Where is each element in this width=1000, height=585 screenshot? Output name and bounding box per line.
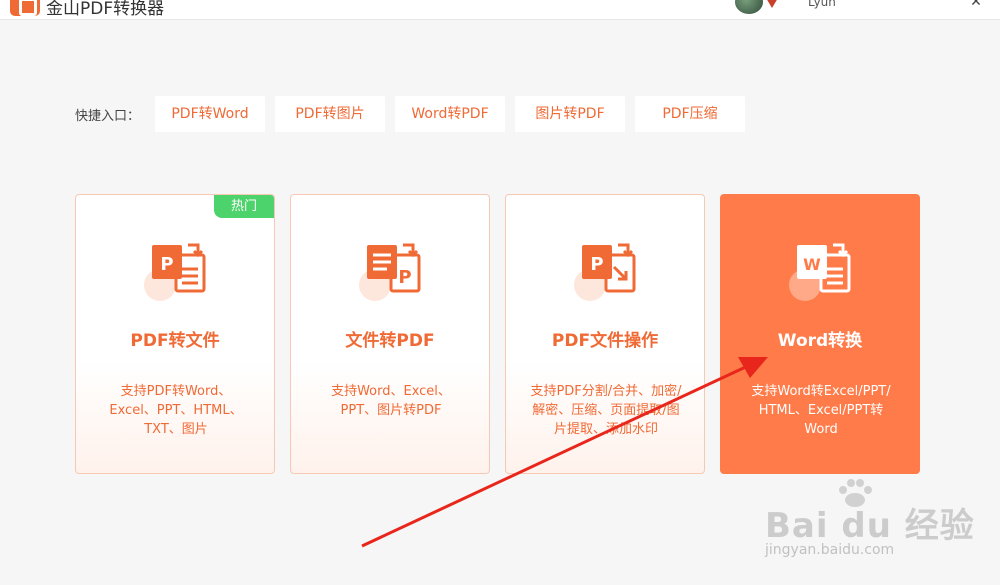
file-to-pdf-icon: P: [359, 243, 421, 301]
quick-pdf-to-word-button[interactable]: PDF转Word: [155, 96, 265, 132]
close-button[interactable]: ✕: [966, 0, 986, 10]
svg-text:P: P: [398, 267, 411, 288]
title-bar: 金山PDF转换器 Lyun ✕: [0, 0, 1000, 20]
card-description: 支持Word转Excel/PPT/ HTML、Excel/PPT转 Word: [751, 384, 891, 437]
card-description: 支持PDF转Word、 Excel、PPT、HTML、 TXT、图片: [109, 384, 243, 437]
hot-badge: 热门: [214, 195, 274, 218]
card-title: PDF转文件: [130, 331, 220, 351]
card-title: 文件转PDF: [345, 331, 435, 351]
app-title: 金山PDF转换器: [46, 0, 165, 19]
card-pdf-operations[interactable]: P PDF文件操作 支持PDF分割/合并、加密/ 解密、压缩、页面提取/图 片提…: [505, 194, 705, 474]
card-title: Word转换: [777, 331, 863, 351]
baidu-logo: Bai du 经验: [765, 506, 975, 546]
vip-icon[interactable]: [766, 0, 778, 8]
card-word-convert[interactable]: W Word转换 支持Word转Excel/PPT/ HTML、Excel/PP…: [720, 194, 920, 474]
close-icon: ✕: [970, 0, 982, 10]
pdf-to-file-icon: P: [144, 243, 206, 301]
card-description: 支持Word、Excel、 PPT、图片转PDF: [331, 384, 451, 418]
card-description: 支持PDF分割/合并、加密/ 解密、压缩、页面提取/图 片提取、添加水印: [530, 384, 682, 437]
svg-text:W: W: [803, 255, 821, 274]
quick-pdf-to-image-button[interactable]: PDF转图片: [275, 96, 385, 132]
baidu-watermark: Bai du 经验 jingyan.baidu.com: [765, 478, 974, 568]
quick-word-to-pdf-button[interactable]: Word转PDF: [395, 96, 505, 132]
svg-text:P: P: [590, 254, 603, 275]
svg-text:P: P: [160, 254, 173, 275]
quick-image-to-pdf-button[interactable]: 图片转PDF: [515, 96, 625, 132]
watermark-url: jingyan.baidu.com: [765, 542, 895, 558]
card-pdf-to-file[interactable]: 热门 P PDF转文件 支持PDF转Word、 Excel、PPT、HTML、 …: [75, 194, 275, 474]
word-convert-icon: W: [789, 243, 851, 301]
pdf-operations-icon: P: [574, 243, 636, 301]
minimize-button[interactable]: [878, 0, 898, 10]
maximize-button[interactable]: [937, 0, 957, 10]
username[interactable]: Lyun: [808, 0, 836, 9]
quick-pdf-compress-button[interactable]: PDF压缩: [635, 96, 745, 132]
avatar[interactable]: [735, 0, 763, 14]
card-file-to-pdf[interactable]: P 文件转PDF 支持Word、Excel、 PPT、图片转PDF: [290, 194, 490, 474]
quick-entry-label: 快捷入口：: [75, 109, 141, 124]
card-title: PDF文件操作: [551, 331, 659, 351]
app-logo-icon: [10, 0, 40, 16]
